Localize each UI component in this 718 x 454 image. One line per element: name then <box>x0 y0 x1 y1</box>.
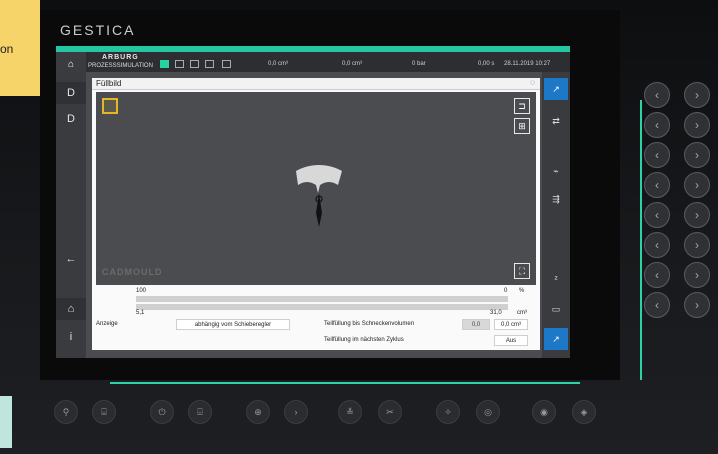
back-button[interactable]: ← <box>56 248 86 270</box>
slider-bottom-right: 31,0 <box>490 310 502 316</box>
hardware-button-2[interactable]: ⌸ <box>92 400 116 424</box>
injection-icon <box>222 60 231 68</box>
nav-left-7[interactable]: ‹ <box>644 262 670 288</box>
readout-volume-2: 0,0 cm³ <box>342 61 363 67</box>
nav-left-3[interactable]: ‹ <box>644 142 670 168</box>
partial-fill-value: 0,0 <box>462 319 490 330</box>
hardware-button-1[interactable]: ⚲ <box>54 400 78 424</box>
view-select-value: Füllbild <box>96 79 122 88</box>
display-field[interactable]: abhängig vom Schieberegler <box>176 319 290 330</box>
accent-line <box>110 382 580 384</box>
robot-icon <box>175 60 184 68</box>
hardware-button-12[interactable]: ◈ <box>572 400 596 424</box>
nav-right-7[interactable]: › <box>684 262 710 288</box>
hardware-button-11[interactable]: ◉ <box>532 400 556 424</box>
form-row-display: Anzeige abhängig vom Schieberegler Teilf… <box>92 318 540 332</box>
right-nav: ↗ ⇄ ⌁ ⇶ ² ▭ ↗ <box>542 72 570 358</box>
hardware-button-10[interactable]: ◎ <box>476 400 500 424</box>
hardware-button-9[interactable]: ✧ <box>436 400 460 424</box>
fill-slider[interactable]: 100 0 % 5,1 31,0 cm³ <box>92 288 540 316</box>
nav-left-4[interactable]: ‹ <box>644 172 670 198</box>
slider-top-left: 100 <box>136 288 147 294</box>
nav-right-4[interactable]: › <box>684 172 710 198</box>
status-bar: ⌂ ARBURG PROZESSSIMULATION 0,0 cm³ 0,0 c… <box>56 46 570 78</box>
slider-top-unit: % <box>519 288 525 294</box>
hardware-button-8[interactable]: ✂ <box>378 400 402 424</box>
door-icon <box>190 60 199 68</box>
machine-panel: on GESTICA ⌂ ARBURG PROZESSSIMULATION 0,… <box>0 0 718 454</box>
right-nav-item-6[interactable]: ▭ <box>544 298 568 320</box>
right-nav-item-5[interactable]: ² <box>544 268 568 290</box>
nav-right-1[interactable]: › <box>684 82 710 108</box>
right-nav-item-7[interactable]: ↗ <box>544 328 568 350</box>
slider-track-top[interactable] <box>136 296 508 302</box>
nav-left-1[interactable]: ‹ <box>644 82 670 108</box>
right-nav-item-2[interactable]: ⇄ <box>544 110 568 132</box>
simulation-viewport[interactable]: ⊐ ⊞ ⛶ CADMOULD <box>96 92 536 285</box>
slider-bottom-left: 5,1 <box>136 310 145 316</box>
readout-volume-1: 0,0 cm³ <box>268 61 289 67</box>
power-icon[interactable]: ⏻ <box>150 400 174 424</box>
left-nav: D D ← ⌂ i <box>56 72 86 358</box>
machine-icon <box>160 60 169 68</box>
slider-track-bottom[interactable] <box>136 304 508 310</box>
readout-time: 0,00 s <box>478 61 495 67</box>
slider-top-right: 0 <box>504 288 508 294</box>
hardware-button-7[interactable]: ≚ <box>338 400 362 424</box>
datetime: 28.11.2019 10:27 <box>504 61 551 67</box>
next-cycle-toggle[interactable]: Aus <box>494 335 528 346</box>
nav-right-5[interactable]: › <box>684 202 710 228</box>
partial-fill-input[interactable]: 0,0 cm³ <box>494 319 528 330</box>
part-model <box>296 165 342 227</box>
nav-right-2[interactable]: › <box>684 112 710 138</box>
print-button[interactable]: ⌂ <box>56 298 86 320</box>
slider-bottom-unit: cm³ <box>517 310 527 316</box>
left-nav-item-1[interactable]: D <box>56 82 86 104</box>
info-button[interactable]: i <box>56 326 86 348</box>
fill-image-icon[interactable] <box>102 98 118 114</box>
fit-view-button[interactable]: ⛶ <box>514 263 530 279</box>
nav-right-8[interactable]: › <box>684 292 710 318</box>
nav-left-8[interactable]: ‹ <box>644 292 670 318</box>
display-label: Anzeige <box>96 321 118 327</box>
form-row-next-cycle: Teilfüllung im nächsten Zyklus Aus <box>92 334 540 348</box>
main-content: Füllbild ◌ ⊐ ⊞ ⛶ CADMOULD 100 0 % 5,1 31… <box>92 78 540 350</box>
nav-left-6[interactable]: ‹ <box>644 232 670 258</box>
readout-pressure: 0 bar <box>412 61 426 67</box>
view-button-2[interactable]: ⊞ <box>514 118 530 134</box>
hardware-button-4[interactable]: ⌹ <box>188 400 212 424</box>
mode-label: PROZESSSIMULATION <box>88 63 153 69</box>
hardware-button-5[interactable]: ⊕ <box>246 400 270 424</box>
hmi-screen: ⌂ ARBURG PROZESSSIMULATION 0,0 cm³ 0,0 c… <box>56 46 570 358</box>
chevron-down-icon: ◌ <box>530 78 535 87</box>
annotation-strip <box>0 396 12 448</box>
annotation-text: on <box>0 42 14 56</box>
left-nav-item-2[interactable]: D <box>56 108 86 130</box>
accent-line-vertical <box>640 100 642 380</box>
right-nav-item-1[interactable]: ↗ <box>544 78 568 100</box>
nav-right-3[interactable]: › <box>684 142 710 168</box>
brand-logo: ARBURG <box>102 54 139 61</box>
view-button-1[interactable]: ⊐ <box>514 98 530 114</box>
right-nav-item-3[interactable]: ⌁ <box>544 160 568 182</box>
nav-left-2[interactable]: ‹ <box>644 112 670 138</box>
tool-icon <box>205 60 214 68</box>
hardware-button-6[interactable]: › <box>284 400 308 424</box>
brand-label: GESTICA <box>60 22 136 38</box>
partial-fill-label: Teilfüllung bis Schneckenvolumen <box>324 321 415 327</box>
nav-left-5[interactable]: ‹ <box>644 202 670 228</box>
annotation-note: on <box>0 0 40 96</box>
view-select[interactable]: Füllbild ◌ <box>92 78 540 90</box>
next-cycle-label: Teilfüllung im nächsten Zyklus <box>324 337 404 343</box>
right-nav-item-4[interactable]: ⇶ <box>544 188 568 210</box>
nav-right-6[interactable]: › <box>684 232 710 258</box>
cadmould-watermark: CADMOULD <box>102 267 163 277</box>
